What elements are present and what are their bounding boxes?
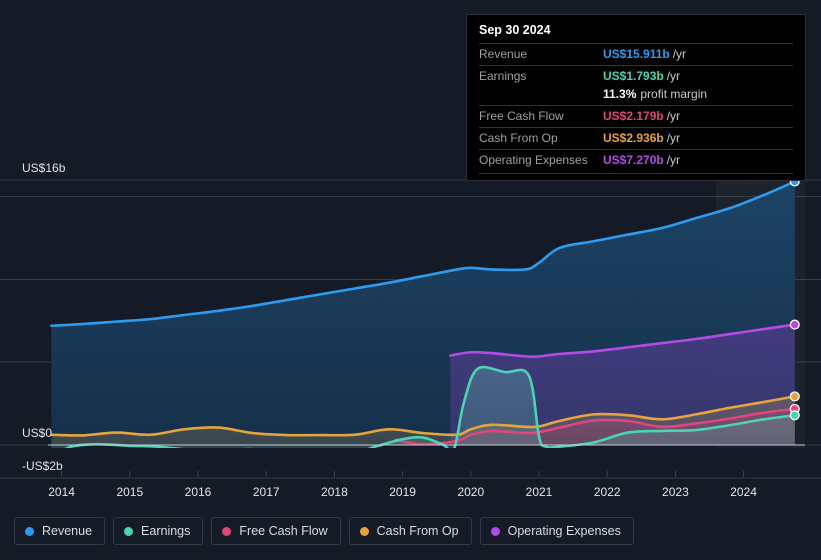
tooltip-row-free-cash-flow: Free Cash Flow US$2.179b /yr xyxy=(479,105,793,127)
x-axis-label-2017: 2017 xyxy=(253,485,280,499)
financial-chart: US$16b US$0 -US$2b 2014 2015 2016 2017 2018 201… xyxy=(0,0,821,560)
tooltip-row-earnings: Earnings US$1.793b /yr xyxy=(479,65,793,87)
legend-item-free-cash-flow[interactable]: Free Cash Flow xyxy=(211,517,341,545)
y-axis-label-2: -US$2b xyxy=(22,459,63,473)
data-tooltip: Sep 30 2024 Revenue US$15.911b /yr Earni… xyxy=(466,14,806,181)
x-axis-label-2019: 2019 xyxy=(389,485,416,499)
x-axis-label-2016: 2016 xyxy=(185,485,212,499)
tooltip-label-cash-from-op: Cash From Op xyxy=(479,131,558,145)
endpoint-marker-earnings xyxy=(789,410,800,421)
legend-item-label: Operating Expenses xyxy=(507,524,621,538)
tooltip-unit-operating-expenses: /yr xyxy=(666,153,681,167)
legend-item-label: Revenue xyxy=(42,524,93,538)
tooltip-unit-earnings: /yr xyxy=(666,69,681,83)
x-axis-label-2015: 2015 xyxy=(116,485,143,499)
tooltip-unit-free-cash-flow: /yr xyxy=(666,109,681,123)
x-axis-label-2023: 2023 xyxy=(662,485,689,499)
legend-item-label: Free Cash Flow xyxy=(239,524,328,538)
tooltip-value-free-cash-flow: US$2.179b xyxy=(603,109,664,123)
tooltip-value-cash-from-op: US$2.936b xyxy=(603,131,664,145)
tooltip-value-earnings: US$1.793b xyxy=(603,69,664,83)
x-axis-label-2018: 2018 xyxy=(321,485,348,499)
tooltip-row-revenue: Revenue US$15.911b /yr xyxy=(479,43,793,65)
legend-item-cash-from-op[interactable]: Cash From Op xyxy=(348,517,472,545)
x-axis-label-2024: 2024 xyxy=(730,485,757,499)
legend-item-earnings[interactable]: Earnings xyxy=(113,517,204,545)
x-axis-tick-labels: 2014 2015 2016 2017 2018 2019 2020 2021 2022 2023… xyxy=(48,471,757,499)
legend-item-operating-expenses[interactable]: Operating Expenses xyxy=(479,517,634,545)
legend-color-dot-icon xyxy=(490,526,500,536)
x-axis-label-2022: 2022 xyxy=(594,485,621,499)
endpoint-marker-operating-expenses xyxy=(789,319,800,330)
legend-color-dot-icon xyxy=(222,526,232,536)
legend-color-dot-icon xyxy=(124,526,134,536)
legend-item-revenue[interactable]: Revenue xyxy=(14,517,106,545)
tooltip-row-cash-from-op: Cash From Op US$2.936b /yr xyxy=(479,127,793,149)
tooltip-value-profit-margin: 11.3% xyxy=(603,87,637,101)
tooltip-row-profit-margin: 11.3% profit margin xyxy=(479,87,793,105)
tooltip-label-operating-expenses: Operating Expenses xyxy=(479,153,588,167)
tooltip-value-operating-expenses: US$7.270b xyxy=(603,153,664,167)
tooltip-date: Sep 30 2024 xyxy=(479,23,551,37)
tooltip-row-operating-expenses: Operating Expenses US$7.270b /yr xyxy=(479,149,793,171)
x-axis-label-2014: 2014 xyxy=(48,485,75,499)
legend-color-dot-icon xyxy=(25,526,34,536)
tooltip-label-earnings: Earnings xyxy=(479,69,527,83)
legend-item-label: Earnings xyxy=(141,524,191,538)
legend-color-dot-icon xyxy=(359,526,369,536)
chart-legend: Revenue Earnings Free Cash Flow Cash From O… xyxy=(14,517,634,545)
tooltip-label-revenue: Revenue xyxy=(479,47,528,61)
y-axis-label-1: US$0 xyxy=(22,426,52,440)
tooltip-unit-cash-from-op: /yr xyxy=(666,131,681,145)
x-axis-label-2021: 2021 xyxy=(526,485,553,499)
tooltip-label-free-cash-flow: Free Cash Flow xyxy=(479,109,564,123)
tooltip-value-revenue: US$15.911b xyxy=(603,47,670,61)
endpoint-marker-cash-from-op xyxy=(789,391,800,402)
legend-item-label: Cash From Op xyxy=(376,524,459,538)
y-axis-label-0: US$16b xyxy=(22,161,66,175)
tooltip-unit-revenue: /yr xyxy=(672,47,687,61)
tooltip-bottom-rule xyxy=(479,173,793,174)
x-axis-label-2020: 2020 xyxy=(457,485,484,499)
tooltip-text-profit-margin: profit margin xyxy=(640,87,708,101)
